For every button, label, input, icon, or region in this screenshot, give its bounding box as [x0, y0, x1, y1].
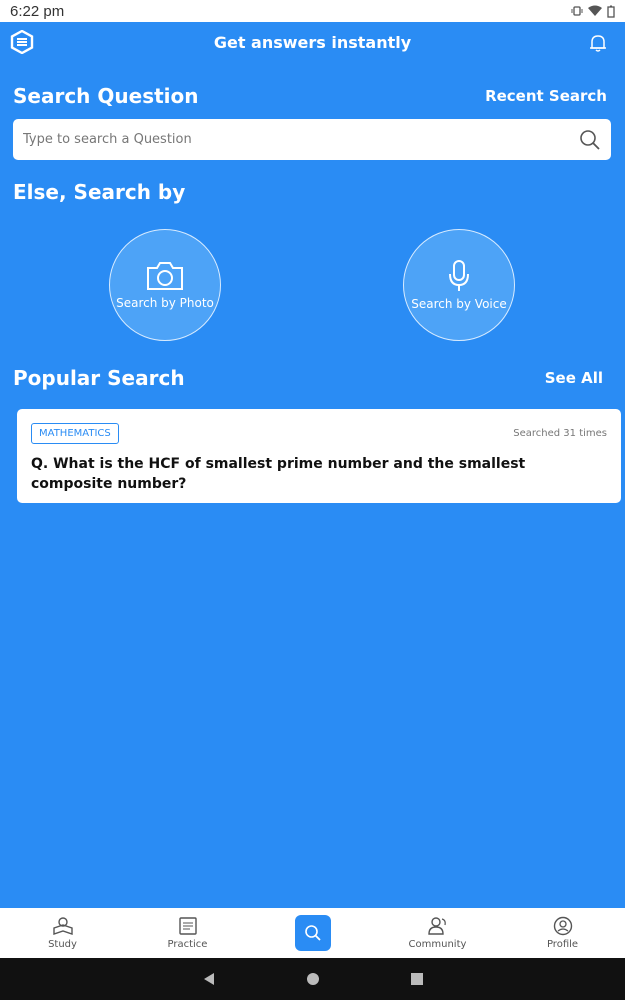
nav-item-search[interactable]: [263, 915, 363, 951]
search-box[interactable]: [13, 119, 611, 160]
status-icons: [571, 5, 615, 18]
nav-label-practice: Practice: [167, 939, 208, 950]
microphone-icon: [449, 260, 469, 291]
app-logo-icon[interactable]: [10, 30, 34, 54]
recents-icon[interactable]: [410, 972, 424, 986]
nav-label-community: Community: [408, 939, 467, 950]
nav-label-study: Study: [48, 939, 77, 950]
nav-item-practice[interactable]: Practice: [138, 916, 238, 950]
see-all-link[interactable]: See All: [545, 369, 603, 387]
bell-icon[interactable]: [587, 32, 609, 54]
home-icon[interactable]: [306, 972, 320, 986]
search-by-voice-button[interactable]: Search by Voice: [403, 229, 515, 341]
study-icon: [52, 917, 73, 935]
status-time: 6:22 pm: [10, 2, 65, 20]
else-search-title: Else, Search by: [13, 180, 186, 204]
wifi-icon: [588, 5, 602, 16]
subject-tag: MATHEMATICS: [31, 423, 119, 444]
practice-icon: [178, 917, 197, 935]
nav-search-button[interactable]: [294, 915, 331, 951]
search-icon[interactable]: [579, 129, 601, 151]
app-header: Get answers instantly: [0, 22, 625, 62]
nav-label-profile: Profile: [546, 939, 579, 950]
search-input[interactable]: [23, 132, 579, 147]
search-by-voice-label: Search by Voice: [411, 297, 507, 311]
community-icon: [427, 917, 446, 935]
nav-item-profile[interactable]: Profile: [513, 916, 613, 950]
search-by-photo-label: Search by Photo: [116, 296, 214, 310]
nav-item-study[interactable]: Study: [13, 916, 113, 950]
search-count: Searched 31 times: [513, 428, 607, 439]
camera-icon: [147, 262, 183, 290]
popular-search-title: Popular Search: [13, 366, 185, 390]
vibrate-icon: [571, 6, 583, 16]
bottom-nav: Study Practice Community Profile: [0, 908, 625, 958]
back-icon[interactable]: [202, 972, 216, 986]
search-icon: [304, 925, 321, 941]
profile-icon: [553, 916, 572, 936]
question-text: Q. What is the HCF of smallest prime num…: [31, 456, 526, 492]
popular-question-card[interactable]: MATHEMATICS Searched 31 times Q. What is…: [17, 409, 621, 503]
recent-search-link[interactable]: Recent Search: [485, 87, 607, 105]
header-title: Get answers instantly: [213, 32, 412, 52]
search-question-title: Search Question: [13, 84, 199, 108]
nav-item-community[interactable]: Community: [388, 916, 488, 950]
status-bar: 6:22 pm: [0, 0, 625, 22]
battery-icon: [607, 5, 615, 18]
search-by-photo-button[interactable]: Search by Photo: [109, 229, 221, 341]
system-nav-bar: [0, 958, 625, 1000]
